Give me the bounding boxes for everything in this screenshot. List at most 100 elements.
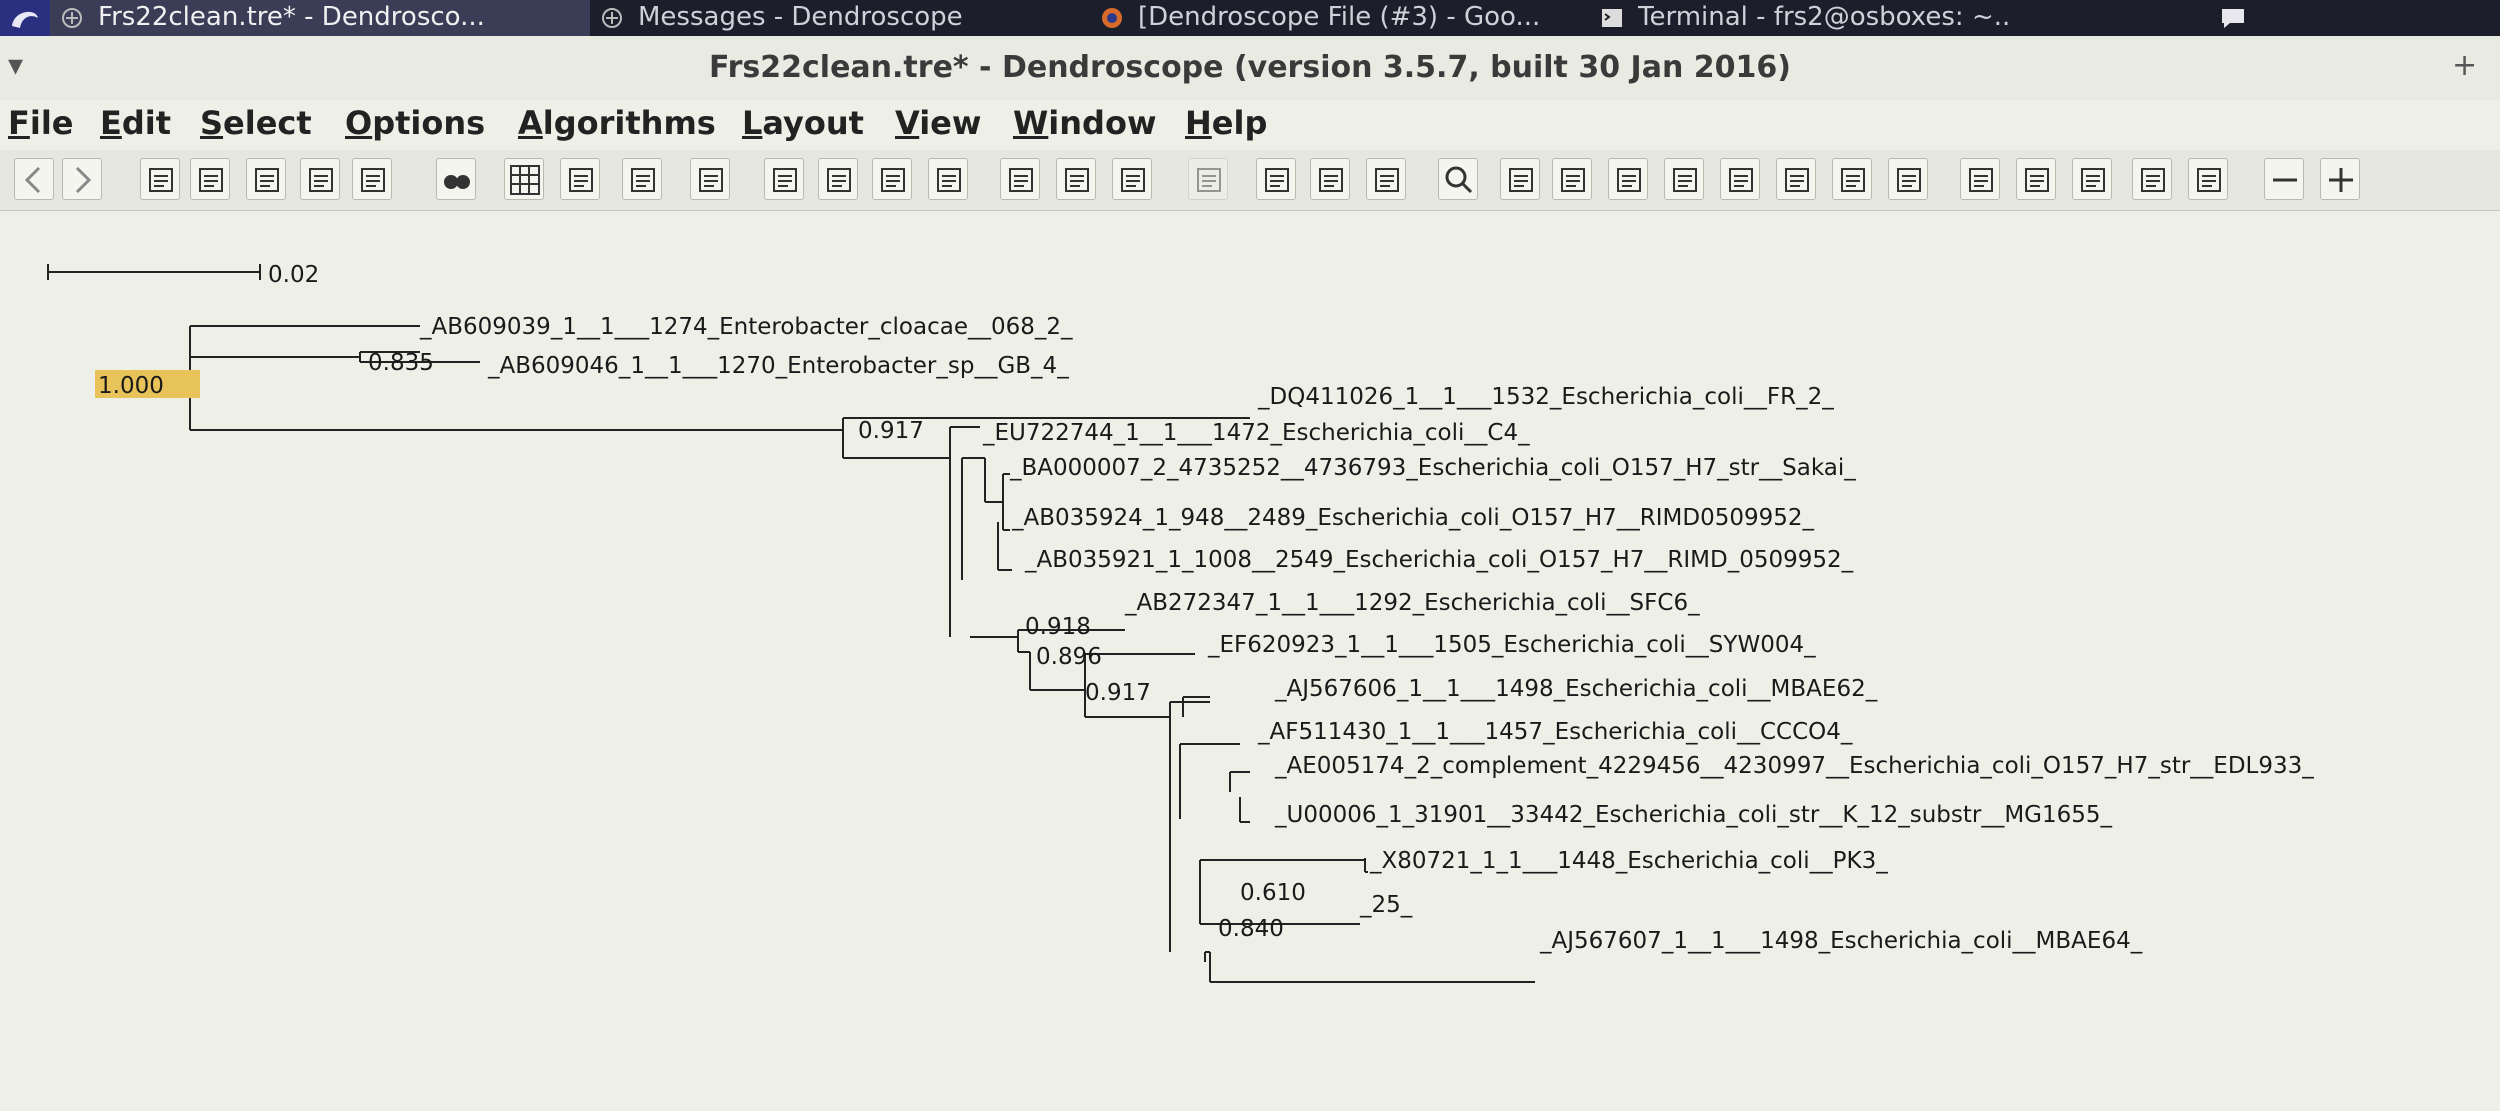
zoom-fit-button[interactable]	[1256, 158, 1296, 200]
unrooted-button[interactable]	[1664, 158, 1704, 200]
taxon-label[interactable]: _AB035921_1_1008__2549_Escherichia_coli_…	[1024, 547, 1854, 573]
back-icon	[24, 166, 41, 194]
task-label: [Dendroscope File (#3) - Goo...	[1138, 2, 1541, 32]
menu-file[interactable]: File	[8, 104, 74, 142]
save-button[interactable]	[246, 158, 286, 200]
support-value[interactable]: 0.918	[1025, 614, 1091, 640]
support-value[interactable]: 0.840	[1218, 916, 1284, 942]
print-icon	[309, 168, 333, 192]
plus-button[interactable]	[2320, 158, 2360, 200]
task-browser[interactable]: [Dendroscope File (#3) - Goo...	[1090, 0, 1590, 36]
open-button[interactable]	[140, 158, 180, 200]
support-value[interactable]: 0.896	[1036, 644, 1102, 670]
indent-button[interactable]	[2132, 158, 2172, 200]
taxon-label[interactable]: _AJ567606_1__1___1498_Escherichia_coli__…	[1274, 676, 1878, 702]
radial-cladogram-button[interactable]	[1888, 158, 1928, 200]
print-button[interactable]	[300, 158, 340, 200]
zoom-fit-icon	[1265, 168, 1289, 192]
taxon-label[interactable]: _DQ411026_1__1___1532_Escherichia_coli__…	[1257, 384, 1834, 410]
window-titlebar: ▾ Frs22clean.tre* - Dendroscope (version…	[0, 36, 2500, 101]
page-button[interactable]	[622, 158, 662, 200]
taxon-label[interactable]: _AB272347_1__1___1292_Escherichia_coli__…	[1124, 590, 1700, 616]
taxon-label[interactable]: _EU722744_1__1___1472_Escherichia_coli__…	[982, 420, 1530, 446]
task-label: Frs22clean.tre* - Dendrosco...	[98, 2, 485, 32]
menu-help[interactable]: Help	[1185, 104, 1267, 142]
unrooted-icon	[1673, 168, 1697, 192]
properties-button[interactable]	[190, 158, 230, 200]
rotate-right-icon	[1065, 168, 1089, 192]
taxon-label[interactable]: _U00006_1_31901__33442_Escherichia_coli_…	[1274, 802, 2113, 828]
circular-cladogram-button[interactable]	[1776, 158, 1816, 200]
expand-horizontal-icon	[881, 168, 905, 192]
slanted-cladogram-icon	[1617, 168, 1641, 192]
menu-edit[interactable]: Edit	[100, 104, 171, 142]
list-button[interactable]	[690, 158, 730, 200]
minus-icon	[2273, 178, 2297, 182]
menu-algorithms[interactable]: Algorithms	[518, 104, 716, 142]
task-messages[interactable]: Messages - Dendroscope	[590, 0, 1090, 36]
tree-view[interactable]: 0.02 1.000 0.835 0.917 0.918 0.896 0.917 0.610 0…	[0, 212, 2500, 1111]
maximize-button[interactable]: +	[2452, 48, 2477, 83]
find-button[interactable]	[436, 158, 476, 200]
toolbar	[0, 150, 2500, 211]
left-ladderize-icon	[1969, 168, 1993, 192]
rotate-right-button[interactable]	[1056, 158, 1096, 200]
rectangular-cladogram-button[interactable]	[1552, 158, 1592, 200]
taxon-label[interactable]: _25_	[1359, 892, 1413, 918]
disabled-button[interactable]	[1188, 158, 1228, 200]
os-menu-button[interactable]	[0, 0, 50, 36]
random-ladderize-button[interactable]	[2072, 158, 2112, 200]
indent-icon	[2141, 168, 2165, 192]
menu-window[interactable]: Window	[1013, 104, 1157, 142]
rectangular-phylogram-icon	[1509, 168, 1533, 192]
chat-icon[interactable]	[2220, 6, 2246, 30]
menu-view[interactable]: View	[895, 104, 981, 142]
circular-phylogram-button[interactable]	[1720, 158, 1760, 200]
label-button[interactable]	[2188, 158, 2228, 200]
contract-horizontal-button[interactable]	[928, 158, 968, 200]
contract-vertical-button[interactable]	[818, 158, 858, 200]
right-ladderize-button[interactable]	[2016, 158, 2056, 200]
taxon-label[interactable]: _AE005174_2_complement_4229456__4230997_…	[1274, 753, 2314, 779]
rectangular-phylogram-button[interactable]	[1500, 158, 1540, 200]
taxon-label[interactable]: _AB035924_1_948__2489_Escherichia_coli_O…	[1011, 505, 1815, 531]
columns-button[interactable]	[1366, 158, 1406, 200]
magnify-button[interactable]	[1438, 158, 1478, 200]
taxon-label[interactable]: _AJ567607_1__1___1498_Escherichia_coli__…	[1539, 928, 2143, 954]
taxon-label[interactable]: _AB609039_1__1___1274_Enterobacter_cloac…	[419, 314, 1073, 340]
label-icon	[2197, 168, 2221, 192]
scale-bar-label: 0.02	[268, 262, 319, 288]
root-support-value[interactable]: 1.000	[98, 373, 164, 399]
forward-button[interactable]	[62, 158, 102, 200]
rotate-left-button[interactable]	[1000, 158, 1040, 200]
radial-button[interactable]	[1832, 158, 1872, 200]
taxon-label[interactable]: _X80721_1_1___1448_Escherichia_coli__PK3…	[1369, 848, 1888, 874]
single-view-button[interactable]	[560, 158, 600, 200]
left-ladderize-button[interactable]	[1960, 158, 2000, 200]
rows-button[interactable]	[1310, 158, 1350, 200]
list-icon	[699, 168, 723, 192]
menu-options[interactable]: Options	[345, 104, 485, 142]
support-value[interactable]: 0.835	[368, 350, 434, 376]
app-menu-icon	[12, 11, 38, 28]
menu-layout[interactable]: Layout	[742, 104, 864, 142]
task-terminal[interactable]: Terminal - frs2@osboxes: ~...	[1590, 0, 2010, 36]
taxon-label[interactable]: _AF511430_1__1___1457_Escherichia_coli__…	[1257, 719, 1853, 745]
flip-button[interactable]	[1112, 158, 1152, 200]
support-value[interactable]: 0.917	[858, 418, 924, 444]
minus-button[interactable]	[2264, 158, 2304, 200]
support-value[interactable]: 0.610	[1240, 880, 1306, 906]
menu-select[interactable]: Select	[200, 104, 312, 142]
support-value[interactable]: 0.917	[1085, 680, 1151, 706]
expand-horizontal-button[interactable]	[872, 158, 912, 200]
back-button[interactable]	[14, 158, 54, 200]
taxon-label[interactable]: _AB609046_1__1___1270_Enterobacter_sp__G…	[487, 353, 1069, 379]
export-button[interactable]	[352, 158, 392, 200]
expand-vertical-button[interactable]	[764, 158, 804, 200]
task-dendroscope[interactable]: Frs22clean.tre* - Dendrosco...	[50, 0, 590, 36]
grid-button[interactable]	[504, 158, 544, 200]
tree-canvas[interactable]: 0.02 1.000 0.835 0.917 0.918 0.896 0.917 0.610 0…	[0, 212, 2500, 1111]
taxon-label[interactable]: _BA000007_2_4735252__4736793_Escherichia…	[1009, 455, 1856, 481]
taxon-label[interactable]: _EF620923_1__1___1505_Escherichia_coli__…	[1207, 632, 1816, 658]
slanted-cladogram-button[interactable]	[1608, 158, 1648, 200]
